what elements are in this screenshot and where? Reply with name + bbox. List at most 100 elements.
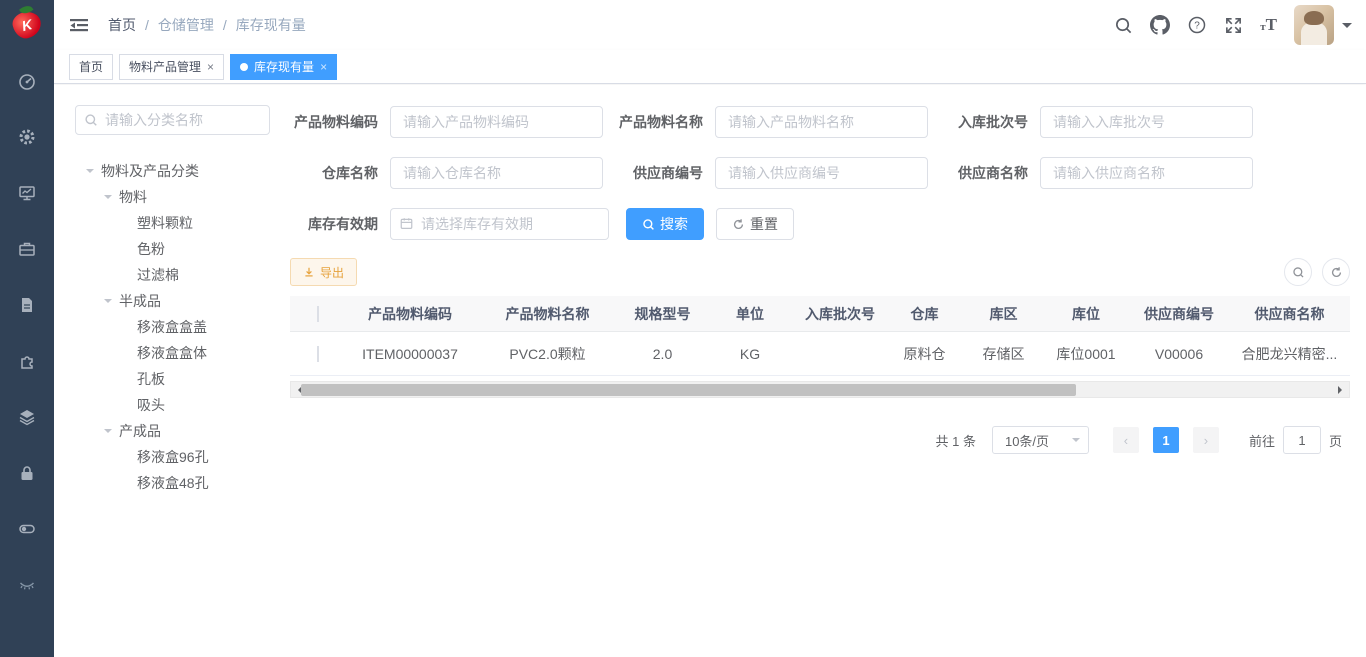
caret-down-icon[interactable] <box>101 425 115 437</box>
row-checkbox[interactable] <box>317 346 319 362</box>
field-label: 库存有效期 <box>290 214 390 234</box>
search-button[interactable]: 搜索 <box>626 208 704 240</box>
tree-node-material[interactable]: 物料 <box>75 184 290 210</box>
fullscreen-icon[interactable] <box>1224 16 1243 35</box>
user-menu[interactable] <box>1294 5 1352 45</box>
sidebar-item-dashboard[interactable] <box>0 54 54 110</box>
col-header-spec: 规格型号 <box>620 304 705 324</box>
font-size-icon[interactable]: тT <box>1260 15 1277 35</box>
sidebar-item-monitor[interactable] <box>0 166 54 222</box>
tab-home[interactable]: 首页 <box>69 54 113 80</box>
active-dot-icon <box>240 63 248 71</box>
page-unit-label: 页 <box>1329 431 1342 450</box>
export-button[interactable]: 导出 <box>290 258 357 286</box>
caret-down-icon[interactable] <box>83 165 97 177</box>
page-number-1[interactable]: 1 <box>1153 427 1179 453</box>
caret-down-icon <box>1342 23 1352 33</box>
field-expiry-date: 库存有效期 <box>290 208 615 240</box>
tab-material-product[interactable]: 物料产品管理 × <box>119 54 224 80</box>
col-header-item-code: 产品物料编码 <box>345 304 475 324</box>
sidebar-item-switch[interactable] <box>0 502 54 558</box>
sidebar-item-plugins[interactable] <box>0 334 54 390</box>
search-icon <box>1292 266 1305 279</box>
field-warehouse-name: 仓库名称 <box>290 157 615 189</box>
tree-node-plate[interactable]: 孔板 <box>75 366 290 392</box>
horizontal-scrollbar[interactable] <box>290 381 1350 398</box>
tree-node-box-lid[interactable]: 移液盒盒盖 <box>75 314 290 340</box>
sidebar-item-security[interactable] <box>0 446 54 502</box>
tab-label: 首页 <box>79 58 103 75</box>
tree-node-label: 半成品 <box>119 291 161 311</box>
goto-page-input[interactable] <box>1283 426 1321 454</box>
tab-inventory-onhand[interactable]: 库存现有量 × <box>230 54 337 80</box>
field-batch-no: 入库批次号 <box>940 106 1265 138</box>
caret-down-icon[interactable] <box>101 191 115 203</box>
close-icon[interactable]: × <box>320 61 327 73</box>
field-label: 仓库名称 <box>290 163 390 183</box>
tree-node-box-48[interactable]: 移液盒48孔 <box>75 470 290 496</box>
col-header-location: 库位 <box>1043 304 1129 324</box>
field-supplier-code: 供应商编号 <box>615 157 940 189</box>
tree-node-plastic[interactable]: 塑料颗粒 <box>75 210 290 236</box>
refresh-icon <box>1330 266 1343 279</box>
toggle-search-button[interactable] <box>1284 258 1312 286</box>
help-icon[interactable]: ? <box>1187 15 1207 35</box>
next-page-button[interactable]: › <box>1193 427 1219 453</box>
field-label: 产品物料名称 <box>615 112 715 132</box>
sidebar-item-documents[interactable] <box>0 278 54 334</box>
tree-node-semi-finished[interactable]: 半成品 <box>75 288 290 314</box>
caret-down-icon[interactable] <box>101 295 115 307</box>
tab-label: 物料产品管理 <box>129 58 201 75</box>
cell-area: 存储区 <box>964 344 1043 364</box>
reset-button[interactable]: 重置 <box>716 208 794 240</box>
prev-page-button[interactable]: ‹ <box>1113 427 1139 453</box>
logo-berry-icon: K <box>10 9 43 41</box>
reset-button-label: 重置 <box>750 214 778 234</box>
avatar[interactable] <box>1294 5 1334 45</box>
page-size-value: 10条/页 <box>1005 431 1049 450</box>
scroll-right-icon[interactable] <box>1338 386 1346 394</box>
tree-node-label: 移液盒96孔 <box>137 447 209 467</box>
cell-spec: 2.0 <box>620 346 705 362</box>
tree-node-tip[interactable]: 吸头 <box>75 392 290 418</box>
puzzle-icon <box>17 351 37 374</box>
app-logo[interactable]: K <box>0 0 54 50</box>
breadcrumb-separator: / <box>223 17 227 33</box>
page-size-select[interactable]: 10条/页 <box>992 426 1089 454</box>
tree-node-box-96[interactable]: 移液盒96孔 <box>75 444 290 470</box>
sidebar-item-workbench[interactable] <box>0 222 54 278</box>
expiry-date-input[interactable] <box>390 208 609 240</box>
breadcrumb-home[interactable]: 首页 <box>108 15 136 35</box>
tree-node-root[interactable]: 物料及产品分类 <box>75 158 290 184</box>
tree-node-pigment[interactable]: 色粉 <box>75 236 290 262</box>
pagination: 共 1 条 10条/页 ‹ 1 › 前往 页 <box>936 426 1343 454</box>
breadcrumb-warehouse[interactable]: 仓储管理 <box>158 15 214 35</box>
supplier-name-input[interactable] <box>1040 157 1253 189</box>
item-code-input[interactable] <box>390 106 603 138</box>
batch-no-input[interactable] <box>1040 106 1253 138</box>
tree-node-finished[interactable]: 产成品 <box>75 418 290 444</box>
search-icon[interactable] <box>1114 16 1133 35</box>
app-sidebar: K <box>0 0 54 657</box>
close-icon[interactable]: × <box>207 61 214 73</box>
supplier-code-input[interactable] <box>715 157 928 189</box>
filter-form: 产品物料编码 产品物料名称 入库批次号 仓库名称 供应商编号 <box>290 106 1265 259</box>
sidebar-collapse-icon[interactable] <box>68 15 90 35</box>
table-row[interactable]: ITEM00000037 PVC2.0颗粒 2.0 KG 原料仓 存储区 库位0… <box>290 332 1350 376</box>
tree-node-label: 色粉 <box>137 239 165 259</box>
sidebar-item-hidden[interactable] <box>0 558 54 614</box>
category-search-input[interactable] <box>105 112 261 128</box>
warehouse-name-input[interactable] <box>390 157 603 189</box>
scrollbar-thumb[interactable] <box>301 384 1076 396</box>
sidebar-item-layers[interactable] <box>0 390 54 446</box>
cell-unit: KG <box>705 346 795 362</box>
item-name-input[interactable] <box>715 106 928 138</box>
github-icon[interactable] <box>1150 15 1170 35</box>
refresh-button[interactable] <box>1322 258 1350 286</box>
breadcrumb-separator: / <box>145 17 149 33</box>
select-all-checkbox[interactable] <box>317 306 319 322</box>
sidebar-item-settings[interactable] <box>0 110 54 166</box>
tree-node-filter-cotton[interactable]: 过滤棉 <box>75 262 290 288</box>
tree-node-box-body[interactable]: 移液盒盒体 <box>75 340 290 366</box>
breadcrumb-current: 库存现有量 <box>236 15 306 35</box>
